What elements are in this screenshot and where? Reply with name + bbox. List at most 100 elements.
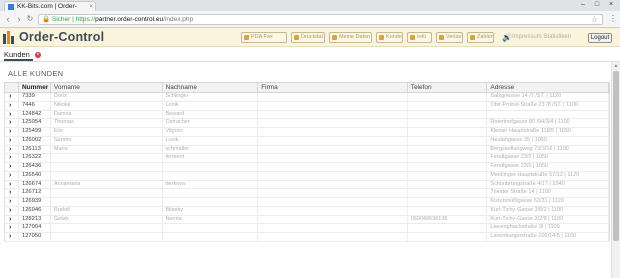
table-row[interactable]: › 127050 Laxenburgerstraße 109/14/5 | 1100 [4, 233, 610, 242]
table-row[interactable]: › 126322 ferment Fendtgasse 23/5 | 1050 [4, 154, 610, 163]
cell-vorname: Eric [51, 128, 163, 136]
logout-button[interactable]: Logout [588, 33, 612, 43]
expand-row-icon[interactable]: › [5, 93, 19, 101]
expand-row-icon[interactable]: › [5, 233, 19, 241]
maximize-icon[interactable]: □ [590, 0, 604, 10]
cell-telefon [408, 154, 488, 162]
cell-vorname: Nikolai [51, 101, 163, 110]
cell-nachname [163, 233, 259, 241]
table-row[interactable]: › 126002 Sandro Lucik Neulahgasse 35 | 1050 [4, 136, 610, 146]
cell-telefon [408, 101, 488, 110]
cell-adresse: Obir-Probst-Straße 23 /8 /ST. | 1100 [487, 101, 610, 110]
expand-row-icon[interactable]: › [5, 110, 19, 119]
minimize-icon[interactable]: – [576, 0, 590, 10]
tab-close-icon[interactable]: × [35, 52, 41, 58]
toolbar-button-pda-fax[interactable]: PDA Fax [241, 32, 287, 43]
forward-icon[interactable]: › [14, 14, 24, 24]
url-input[interactable]: 🔒 Sicher | https://partner.order-control… [38, 14, 603, 25]
speaker-icon[interactable]: 🔊 [502, 33, 512, 42]
header-nummer[interactable]: Nummer [19, 83, 51, 92]
cell-nummer: 7339 [19, 93, 51, 101]
table-row[interactable]: › 124842 Damira Beward [4, 110, 610, 120]
toolbar-button-info[interactable]: Info [407, 32, 432, 43]
expand-row-icon[interactable]: › [5, 206, 19, 215]
header-firma[interactable]: Firma [258, 83, 408, 92]
cell-adresse: Fendtgasse 23/5 | 1050 [487, 163, 610, 171]
toolbar-button-kunden[interactable]: Kunden [376, 32, 403, 43]
expand-row-icon[interactable]: › [5, 180, 19, 189]
expand-row-icon[interactable]: › [5, 136, 19, 145]
cell-vorname: Thomas [51, 119, 163, 127]
header-nachname[interactable]: Nachname [163, 83, 259, 92]
table-body: › 7339 Doris Schlinger Salzgrieswe 14 /7 /ST… [4, 93, 610, 242]
table-row[interactable]: › 125054 Thomas Ostracher Rotenhofgasse 80 /… [4, 119, 610, 128]
toolbar-button-verlauf[interactable]: Verlauf [436, 32, 463, 43]
expand-row-icon[interactable]: › [5, 101, 19, 110]
cell-firma [258, 180, 408, 189]
table-row[interactable]: › 126712 Triester Straße 14 | 1100 [4, 189, 610, 198]
table-row[interactable]: › 7446 Nikolai Lonik Obir-Probst-Straße 23 /… [4, 101, 610, 111]
cell-nachname: Vilgren [163, 128, 259, 136]
expand-row-icon[interactable]: › [5, 119, 19, 127]
cell-nummer: 125054 [19, 119, 51, 127]
cell-nachname [163, 171, 259, 180]
cell-nummer: 126113 [19, 145, 51, 154]
cell-nummer: 128213 [19, 215, 51, 224]
toolbar-button-druckdat[interactable]: Druckdat [291, 32, 325, 43]
table-row[interactable]: › 126540 Meidlinger Hauptstraße 67/12 | 11… [4, 171, 610, 181]
expand-row-icon[interactable]: › [5, 145, 19, 154]
expand-row-icon[interactable]: › [5, 198, 19, 206]
toolbar-button-meine-daten[interactable]: Meine Daten [329, 32, 372, 43]
cell-nachname: Bilasky [163, 206, 259, 215]
cell-firma [258, 189, 408, 197]
vertical-scrollbar[interactable]: ▲ [611, 62, 620, 278]
table-row[interactable]: › 125499 Eric Vilgren Kleiner Hauptstraße 11… [4, 128, 610, 137]
scroll-up-icon[interactable]: ▲ [612, 62, 620, 70]
scroll-thumb[interactable] [613, 71, 619, 241]
expand-row-icon[interactable]: › [5, 128, 19, 136]
expand-row-icon[interactable]: › [5, 189, 19, 197]
tab-close-icon[interactable]: × [89, 4, 93, 10]
header-vorname[interactable]: Vorname [51, 83, 163, 92]
browser-menu-icon[interactable]: ⋮ [609, 14, 617, 23]
table-row[interactable]: › 128213 Golab Neoria 069048636136 Kurt-Tichy… [4, 215, 610, 225]
header-telefon[interactable]: Telefon [408, 83, 488, 92]
cell-adresse: Schönbrungstraße 4/17 | 1040 [487, 180, 610, 189]
table-row[interactable]: › 126436 Fendtgasse 23/5 | 1050 [4, 163, 610, 172]
toolbar-button-zahlen[interactable]: Zahlen [467, 32, 494, 43]
cell-firma [258, 145, 408, 154]
table-row[interactable]: › 126674 Annamaria berkova Schönbrungstraße … [4, 180, 610, 190]
expand-row-icon[interactable]: › [5, 171, 19, 180]
expand-row-icon[interactable]: › [5, 224, 19, 232]
header-adresse[interactable]: Adresse [487, 83, 610, 92]
window-close-icon[interactable]: × [604, 0, 618, 10]
table-row[interactable]: › 7339 Doris Schlinger Salzgrieswe 14 /7 /ST… [4, 93, 610, 102]
cell-vorname: Annamaria [51, 180, 163, 189]
browser-tab-title: KK-Bits.com | Order- [17, 3, 77, 10]
browser-tab[interactable]: KK-Bits.com | Order- × [4, 1, 96, 11]
tab-kunden[interactable]: Kunden [4, 48, 33, 61]
table-row[interactable]: › 127004 Leesingbachstraße 3t | 1100 [4, 224, 610, 233]
subtab-bar: Kunden × [0, 47, 620, 62]
expand-row-icon[interactable]: › [5, 154, 19, 162]
back-icon[interactable]: ‹ [3, 14, 13, 24]
table-row[interactable]: › 126113 Maria schmidler Bergsiedlungweg 73/… [4, 145, 610, 155]
cell-nummer: 7446 [19, 101, 51, 110]
cell-nachname [163, 189, 259, 197]
cell-adresse: Laxenburgerstraße 109/14/5 | 1100 [487, 233, 610, 241]
cell-adresse: Triester Straße 14 | 1100 [487, 189, 610, 197]
cell-firma [258, 136, 408, 145]
expand-row-icon[interactable]: › [5, 215, 19, 224]
impressum-link[interactable]: Impressum Statistiken [512, 34, 571, 40]
cell-nummer: 126939 [19, 198, 51, 206]
cell-adresse: Kurt-Tichy-Gasse 3/2/8 | 1100 [487, 215, 610, 224]
cell-vorname [51, 233, 163, 241]
table-row[interactable]: › 126946 Rudolf Bilasky Kurt-Tichy-Gasse 3/8… [4, 206, 610, 216]
reload-icon[interactable]: ↻ [25, 14, 35, 24]
bookmark-star-icon[interactable]: ☆ [591, 15, 598, 24]
cell-adresse: Rotenhofgasse 80 /94/3/4 | 1100 [487, 119, 610, 127]
table-row[interactable]: › 126939 Kistenmühlgasse 63/31 | 1120 [4, 198, 610, 207]
cell-telefon [408, 128, 488, 136]
cell-nummer: 127050 [19, 233, 51, 241]
expand-row-icon[interactable]: › [5, 163, 19, 171]
